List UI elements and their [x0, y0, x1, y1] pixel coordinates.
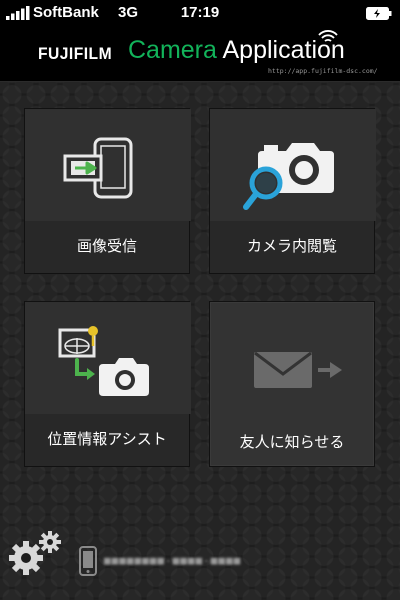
battery-charging-icon [366, 7, 392, 20]
mail-arrow-icon [254, 351, 342, 388]
status-bar: SoftBank 3G 17:19 [0, 0, 400, 26]
app-title: Camera Application [128, 34, 345, 66]
app-screen: SoftBank 3G 17:19 FUJIFILM Camera Applic… [0, 0, 400, 600]
phone-device-icon [79, 546, 97, 576]
phone-receive-icon [63, 137, 133, 199]
tile-art [210, 109, 376, 221]
app-url: http://app.fujifilm-dsc.com/ [268, 67, 378, 75]
tile-label: カメラ内閲覧 [246, 237, 337, 255]
settings-gear-icon[interactable] [8, 528, 68, 578]
device-id: ■■■■■■■■-■■■■-■■■■ [104, 554, 242, 567]
tile-label: 画像受信 [76, 237, 137, 255]
wifi-icon [318, 30, 338, 42]
tile-label: 位置情報アシスト [47, 430, 167, 448]
tile-browse-camera[interactable]: カメラ内閲覧 [209, 108, 376, 274]
tile-location-assist[interactable]: 位置情報アシスト [24, 301, 191, 467]
app-header: FUJIFILM Camera Application http://app.f… [0, 26, 400, 82]
tile-receive-images[interactable]: 画像受信 [24, 108, 191, 274]
tile-art [25, 302, 191, 414]
tile-art [25, 109, 191, 221]
location-camera-icon [58, 326, 149, 396]
status-time: 17:19 [180, 4, 220, 21]
tile-label: 友人に知らせる [239, 433, 345, 451]
camera-magnifier-icon [243, 143, 334, 210]
tile-notify-friends[interactable]: 友人に知らせる [209, 301, 375, 467]
app-title-camera: Camera [128, 36, 217, 64]
brand-logo: FUJIFILM [38, 44, 113, 63]
